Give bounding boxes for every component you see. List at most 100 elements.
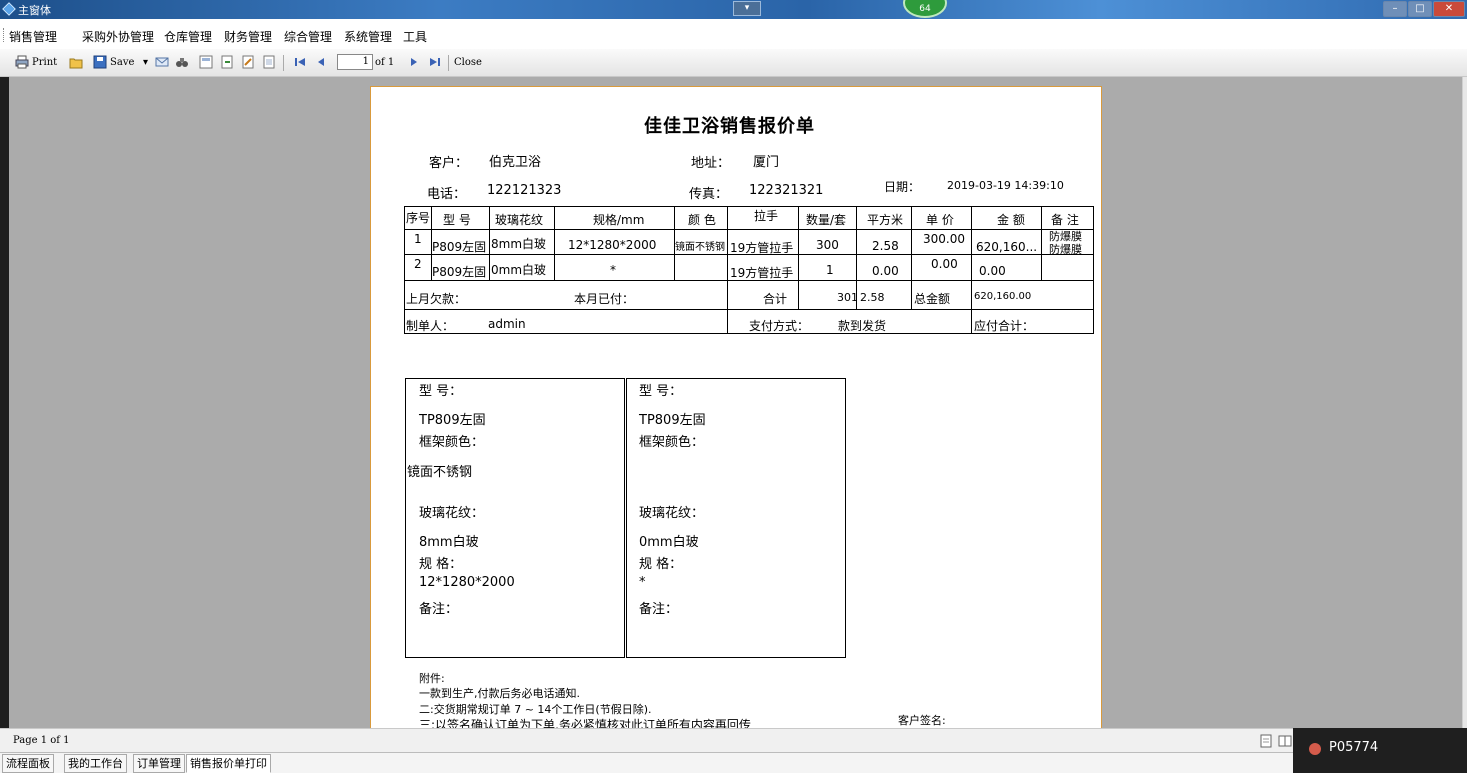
open-folder-icon[interactable]	[69, 55, 83, 69]
customer-signature-label: 客户签名:	[898, 714, 946, 727]
page-count-label: of 1	[375, 57, 395, 68]
app-diamond-icon	[2, 2, 16, 16]
header-index: 序号	[406, 211, 431, 225]
next-page-icon[interactable]	[407, 55, 421, 69]
header-price: 单 价	[926, 213, 954, 227]
tab-quote-print[interactable]: 销售报价单打印	[186, 754, 271, 773]
date-value: 2019-03-19 14:39:10	[947, 179, 1064, 192]
single-page-view-icon[interactable]	[1259, 734, 1273, 748]
card2-model-label: 型 号：	[639, 384, 683, 399]
total-label: 合计	[763, 292, 788, 306]
page-status: Page 1 of 1	[13, 735, 70, 746]
previous-page-icon[interactable]	[314, 55, 328, 69]
row1-index: 1	[414, 232, 422, 246]
paid-this-month-label: 本月已付：	[574, 292, 635, 306]
phone-value: 122121323	[487, 183, 562, 198]
menu-warehouse[interactable]: 仓库管理	[164, 28, 212, 45]
address-value: 厦门	[753, 155, 780, 170]
dropdown-chevron-button[interactable]: ▾	[733, 1, 761, 16]
maker-label: 制单人：	[406, 319, 455, 333]
row1-model: P809左固	[432, 240, 487, 254]
row1-spec: 12*1280*2000	[568, 238, 657, 252]
card2-glass-value: 0mm白玻	[639, 535, 699, 550]
menu-finance[interactable]: 财务管理	[224, 28, 272, 45]
card1-spec-label: 规 格：	[419, 557, 463, 572]
card1-note-label: 备注：	[419, 602, 459, 617]
vertical-scrollbar[interactable]	[1462, 77, 1467, 728]
report-page: 佳佳卫浴销售报价单 客户： 伯克卫浴 地址： 厦门 电话： 122121323 …	[370, 86, 1102, 728]
header-qty: 数量/套	[806, 213, 847, 227]
maker-value: admin	[488, 317, 526, 331]
close-window-button[interactable]: ✕	[1433, 1, 1465, 17]
user-id: P05774	[1329, 740, 1379, 755]
window-title: 主窗体	[18, 4, 51, 17]
email-envelope-icon[interactable]	[155, 55, 169, 69]
card2-spec-value: *	[639, 575, 646, 590]
customer-value: 伯克卫浴	[489, 155, 542, 170]
save-button[interactable]: Save	[110, 55, 134, 71]
report-title: 佳佳卫浴销售报价单	[644, 116, 815, 137]
grand-total-label: 总金额	[914, 292, 951, 306]
report-toolbar: Print Save ▾ 1 of 1 Close	[0, 49, 1467, 77]
header-color: 颜 色	[688, 213, 716, 227]
close-report-button[interactable]: Close	[454, 55, 482, 71]
maximize-button[interactable]: □	[1408, 1, 1432, 17]
menu-general[interactable]: 综合管理	[284, 28, 332, 45]
tab-my-workbench[interactable]: 我的工作台	[64, 754, 127, 773]
row2-index: 2	[414, 257, 422, 271]
menu-grip-icon	[3, 28, 5, 42]
phone-label: 电话：	[427, 187, 467, 202]
card2-glass-label: 玻璃花纹：	[639, 506, 705, 521]
row1-price: 300.00	[923, 232, 965, 246]
total-sqm: 2.58	[860, 291, 885, 304]
notification-badge[interactable]: 64	[903, 0, 947, 18]
multi-page-view-icon[interactable]	[1278, 734, 1292, 748]
customer-label: 客户：	[429, 156, 469, 171]
page-number-input[interactable]: 1	[337, 54, 373, 70]
user-tray: P05774	[1293, 728, 1467, 773]
card1-spec-value: 12*1280*2000	[419, 575, 515, 590]
minimize-button[interactable]: –	[1383, 1, 1407, 17]
menu-purchasing[interactable]: 采购外协管理	[82, 28, 154, 45]
total-qty: 301	[837, 291, 858, 304]
header-glass: 玻璃花纹	[495, 213, 544, 227]
payment-label: 支付方式：	[749, 319, 810, 333]
menu-system[interactable]: 系统管理	[344, 28, 392, 45]
fax-label: 传真：	[689, 187, 729, 202]
row2-spec: *	[610, 263, 616, 277]
window-title-bar: 主窗体 ▾ 64 – □ ✕	[0, 0, 1467, 19]
last-month-debt-label: 上月欠款：	[406, 292, 467, 306]
save-dropdown-arrow[interactable]: ▾	[143, 55, 148, 71]
first-page-icon[interactable]	[293, 55, 307, 69]
menu-bar: 销售管理 采购外协管理 仓库管理 财务管理 综合管理 系统管理 工具	[0, 19, 1467, 49]
menu-sales[interactable]: 销售管理	[9, 28, 57, 45]
notes-heading: 附件:	[419, 672, 445, 685]
last-page-icon[interactable]	[428, 55, 442, 69]
binoculars-find-icon[interactable]	[175, 55, 189, 69]
card1-glass-label: 玻璃花纹：	[419, 506, 485, 521]
tab-process-panel[interactable]: 流程面板	[2, 754, 54, 773]
printer-icon[interactable]	[15, 55, 29, 69]
payment-value: 款到发货	[838, 319, 887, 333]
menu-tools[interactable]: 工具	[403, 28, 427, 45]
row2-handle: 19方管拉手	[730, 266, 794, 280]
edit-page-icon[interactable]	[241, 55, 255, 69]
card1-frame-label: 框架颜色：	[419, 435, 485, 450]
tab-order-management[interactable]: 订单管理	[133, 754, 185, 773]
row1-glass: 8mm白玻	[491, 237, 547, 251]
export-document-icon[interactable]	[220, 55, 234, 69]
left-dark-strip	[0, 77, 9, 728]
grand-total-value: 620,160.00	[974, 291, 1032, 302]
header-amount: 金 额	[997, 213, 1025, 227]
status-bar: Page 1 of 1	[0, 728, 1467, 752]
row1-amount: 620,160...	[976, 240, 1038, 254]
row2-model: P809左固	[432, 265, 487, 279]
page-setup-icon[interactable]	[262, 55, 276, 69]
print-button[interactable]: Print	[32, 55, 57, 71]
floppy-save-icon[interactable]	[93, 55, 107, 69]
address-label: 地址：	[691, 156, 731, 171]
toolbar-separator	[448, 55, 449, 71]
row2-sqm: 0.00	[872, 264, 899, 278]
header-sqm: 平方米	[867, 213, 904, 227]
page-layout-icon[interactable]	[199, 55, 213, 69]
